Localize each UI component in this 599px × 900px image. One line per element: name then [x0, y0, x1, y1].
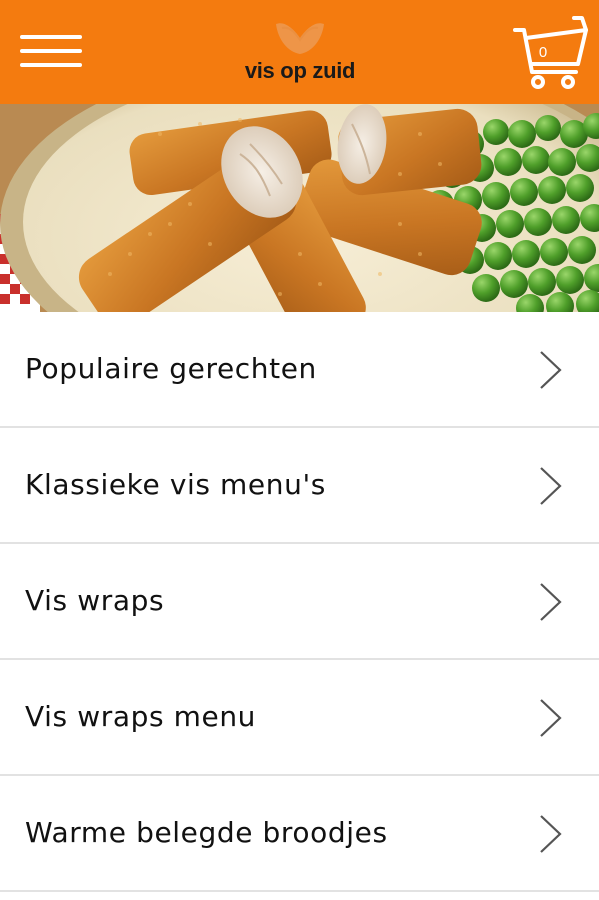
category-list: Populaire gerechten Klassieke vis menu's… [0, 312, 599, 892]
fish-sticks-and-peas-image [0, 104, 599, 312]
chevron-right-icon [540, 467, 562, 505]
menu-bar [20, 63, 82, 67]
category-label: Warme belegde broodjes [25, 816, 388, 849]
category-label: Vis wraps menu [25, 700, 257, 733]
brand-name: vis op zuid [244, 58, 356, 83]
menu-bar [20, 49, 82, 53]
cart-graphic [513, 16, 588, 89]
menu-bar [20, 35, 82, 39]
brand-logo[interactable]: vis op zuid [226, 14, 374, 94]
hero-image [0, 104, 599, 312]
category-item-populaire-gerechten[interactable]: Populaire gerechten [0, 312, 599, 428]
chevron-right-icon [540, 815, 562, 853]
category-item-warme-belegde-broodjes[interactable]: Warme belegde broodjes [0, 776, 599, 892]
category-item-vis-wraps[interactable]: Vis wraps [0, 544, 599, 660]
chevron-right-icon [540, 351, 562, 389]
fish-logo-icon [276, 23, 324, 54]
category-label: Populaire gerechten [25, 352, 317, 385]
chevron-right-icon [540, 583, 562, 621]
app-screen: vis op zuid 0 Populaire gerechten Klassi… [0, 0, 599, 900]
hamburger-menu-icon[interactable] [18, 30, 86, 72]
category-item-klassieke-vis-menus[interactable]: Klassieke vis menu's [0, 428, 599, 544]
cart-count-badge: 0 [538, 44, 548, 61]
category-item-vis-wraps-menu[interactable]: Vis wraps menu [0, 660, 599, 776]
category-label: Vis wraps [25, 584, 165, 617]
app-header: vis op zuid 0 [0, 0, 599, 104]
shopping-cart-icon[interactable]: 0 [512, 14, 592, 92]
category-label: Klassieke vis menu's [25, 468, 326, 501]
chevron-right-icon [540, 699, 562, 737]
